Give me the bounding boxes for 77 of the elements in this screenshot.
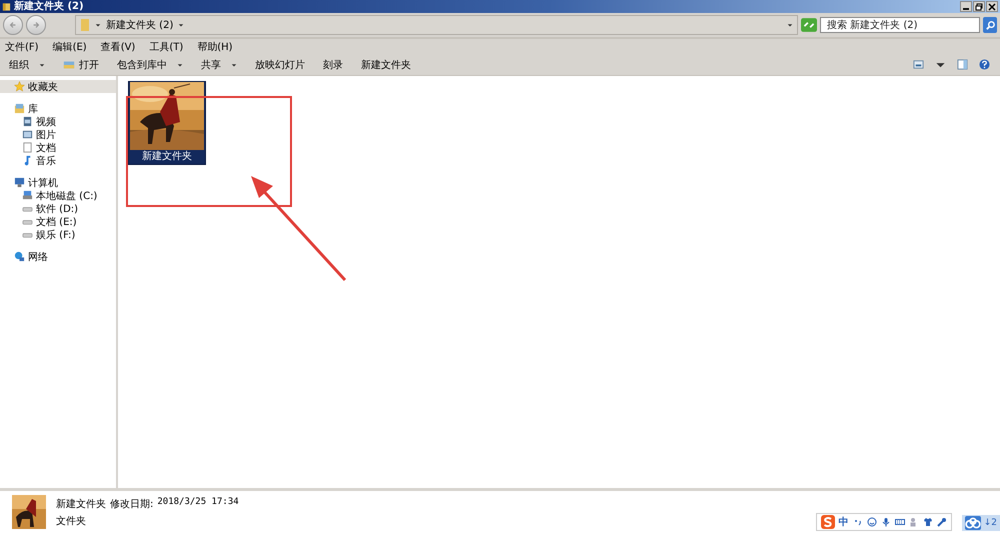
menu-item[interactable]: 帮助(H) <box>197 40 233 54</box>
help-button[interactable] <box>977 58 991 72</box>
caret-icon <box>231 62 237 68</box>
caret-icon <box>787 22 793 28</box>
caret-icon <box>39 62 45 68</box>
toolbar-button[interactable]: 新建文件夹 <box>361 58 411 72</box>
network-icon <box>14 251 25 262</box>
shirt-icon[interactable] <box>922 517 933 527</box>
document-icon <box>22 142 33 153</box>
toolbar-button[interactable]: 打开 <box>63 58 99 72</box>
view-icon <box>912 59 924 70</box>
sidebar-item[interactable]: 音乐 <box>0 154 116 167</box>
folder-icon <box>80 18 90 32</box>
address-path: 新建文件夹 (2) <box>106 18 174 32</box>
toolbar-button[interactable]: 放映幻灯片 <box>255 58 305 72</box>
address-field[interactable]: 新建文件夹 (2) <box>75 15 798 35</box>
star-icon <box>14 81 25 92</box>
toolbar-button[interactable]: 共享 <box>201 58 237 72</box>
download-count: ↓2 <box>984 518 997 528</box>
sidebar-item[interactable]: 图片 <box>0 128 116 141</box>
punctuation-icon[interactable] <box>852 517 863 527</box>
sidebar-item[interactable]: 网络 <box>0 250 116 263</box>
menu-item[interactable]: 工具(T) <box>149 40 184 54</box>
refresh-icon <box>801 18 817 32</box>
smiley-icon[interactable] <box>866 517 877 527</box>
sidebar-item[interactable]: 文档 (E:) <box>0 215 116 228</box>
library-icon <box>14 103 25 114</box>
caret-icon <box>178 22 184 28</box>
folder-tile[interactable]: 新建文件夹 <box>128 81 206 165</box>
wrench-icon[interactable] <box>936 517 947 527</box>
search-button[interactable] <box>983 17 997 33</box>
menu-item[interactable]: 查看(V) <box>100 40 136 54</box>
toolbar-button[interactable]: 包含到库中 <box>117 58 183 72</box>
sidebar-item[interactable]: 视频 <box>0 115 116 128</box>
search-field[interactable]: 搜索 新建文件夹 (2) <box>820 17 980 33</box>
cloud-widget[interactable]: ↓2 <box>962 515 1000 531</box>
sidebar-item[interactable]: 计算机 <box>0 176 116 189</box>
sidebar-item[interactable]: 收藏夹 <box>0 80 116 93</box>
open-folder-icon <box>63 60 75 70</box>
view-button[interactable] <box>911 58 925 72</box>
refresh-button[interactable] <box>801 18 817 32</box>
music-icon <box>22 155 33 166</box>
video-icon <box>22 116 33 127</box>
sidebar-item[interactable]: 库 <box>0 102 116 115</box>
close-button[interactable] <box>986 1 998 12</box>
sidebar-item[interactable]: 文档 <box>0 141 116 154</box>
minimize-button[interactable] <box>960 1 972 12</box>
preview-pane-icon <box>956 59 968 70</box>
ime-mode[interactable]: 中 <box>838 515 849 529</box>
date-label: 修改日期: <box>110 498 154 510</box>
file-type: 文件夹 <box>56 514 87 528</box>
folder-icon <box>2 2 11 12</box>
restore-icon <box>975 2 983 10</box>
menu-item[interactable]: 编辑(E) <box>52 40 87 54</box>
file-name: 新建文件夹 <box>56 498 106 510</box>
modified-date: 2018/3/25 17:34 <box>157 496 239 508</box>
sidebar-item[interactable]: 本地磁盘 (C:) <box>0 189 116 202</box>
keyboard-icon[interactable] <box>894 517 905 527</box>
sidebar-item[interactable]: 软件 (D:) <box>0 202 116 215</box>
computer-icon <box>14 177 25 188</box>
window-title: 新建文件夹 (2) <box>14 0 84 12</box>
toolbar-button[interactable]: 组织 <box>9 58 45 72</box>
sidebar-item[interactable]: 娱乐 (F:) <box>0 228 116 241</box>
search-icon <box>984 20 996 30</box>
minimize-icon <box>963 8 969 10</box>
system-icon <box>22 190 33 201</box>
cloud-icon <box>964 516 981 530</box>
preview-pane-button[interactable] <box>955 58 969 72</box>
close-icon <box>988 2 996 10</box>
restore-button[interactable] <box>973 1 985 12</box>
caret-icon <box>95 22 101 28</box>
caret-icon <box>177 62 183 68</box>
picture-icon <box>22 129 33 140</box>
help-icon <box>978 59 990 70</box>
toolbar-button[interactable]: 刻录 <box>323 58 343 72</box>
microphone-icon[interactable] <box>880 517 891 527</box>
menu-item[interactable]: 文件(F) <box>5 40 39 54</box>
